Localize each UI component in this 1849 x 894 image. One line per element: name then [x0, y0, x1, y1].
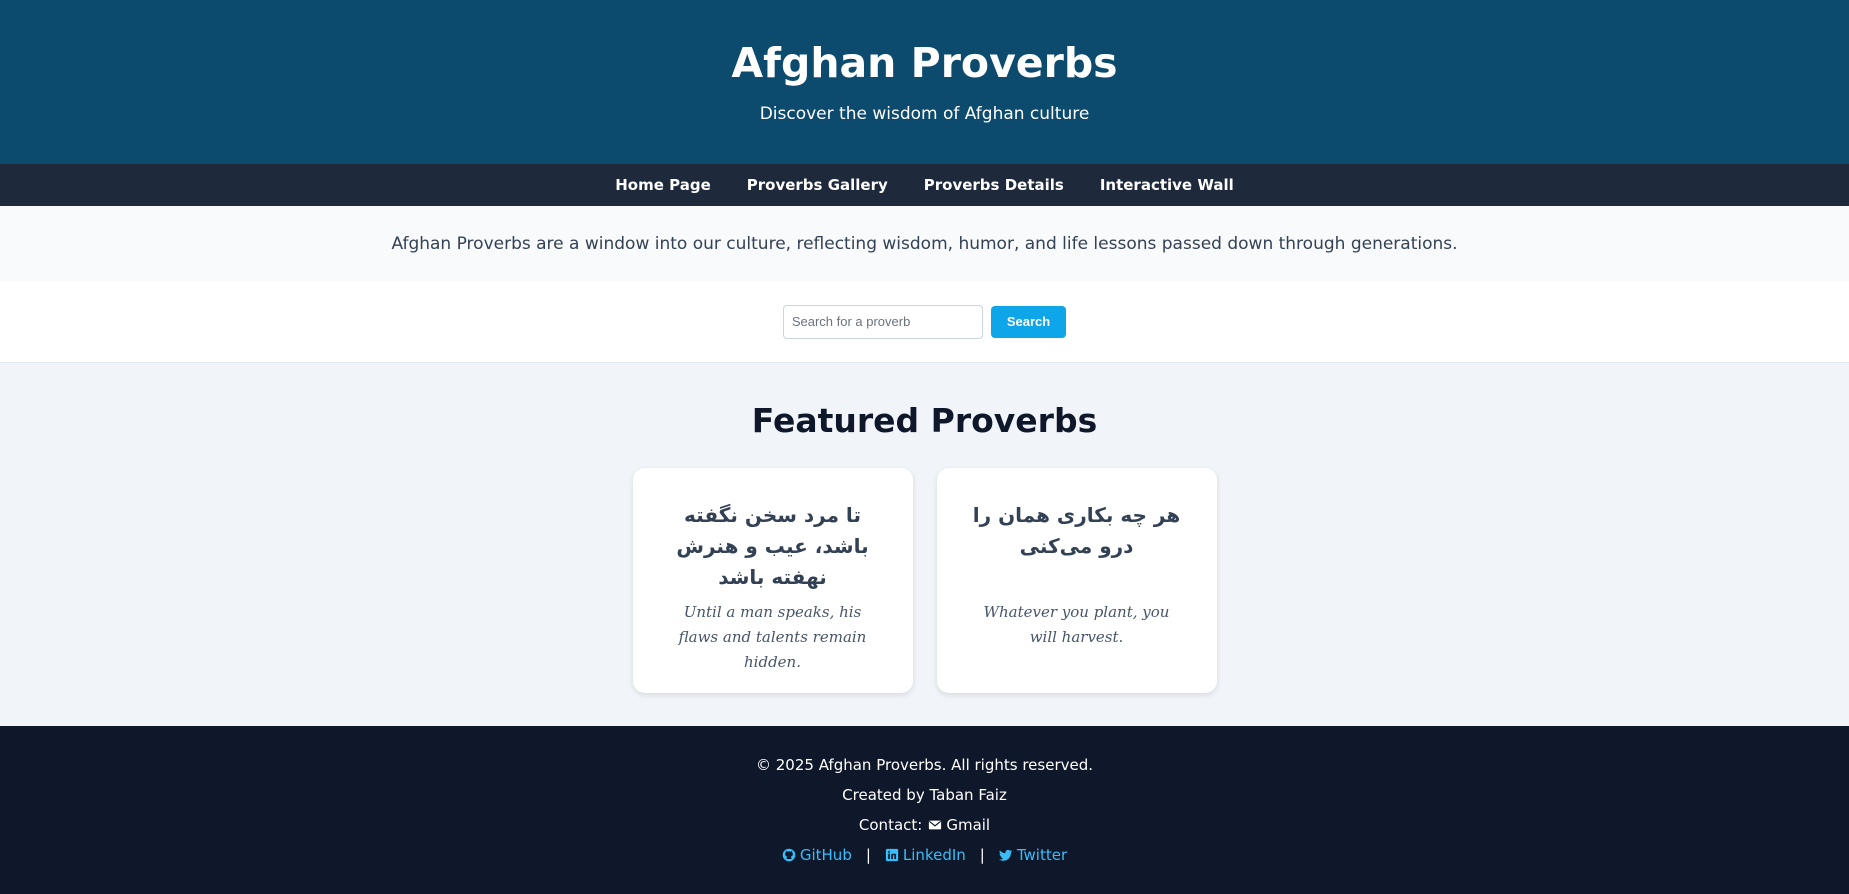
twitter-icon	[998, 848, 1013, 862]
github-link[interactable]: GitHub	[782, 840, 852, 870]
intro-text: Afghan Proverbs are a window into our cu…	[391, 233, 1458, 254]
footer-credit: Created by Taban Faiz	[842, 786, 1007, 804]
linkedin-icon	[885, 848, 899, 862]
search-section: Search	[0, 281, 1849, 363]
main-nav: Home Page Proverbs Gallery Proverbs Deta…	[0, 164, 1849, 206]
gmail-link[interactable]: Gmail	[928, 810, 990, 840]
proverb-english: Whatever you plant, you will harvest.	[983, 603, 1170, 646]
site-header: Afghan Proverbs Discover the wisdom of A…	[0, 0, 1849, 164]
twitter-link[interactable]: Twitter	[998, 840, 1068, 870]
linkedin-link[interactable]: LinkedIn	[885, 840, 966, 870]
proverb-persian: تا مرد سخن نگفته باشد، عیب و هنرش نهفته …	[676, 503, 869, 589]
github-icon	[782, 848, 796, 862]
intro-section: Afghan Proverbs are a window into our cu…	[0, 206, 1849, 281]
social-links: GitHub | LinkedIn | Twitter	[782, 840, 1067, 870]
proverb-card[interactable]: هر چه بکاری همان را درو می‌کنی Whatever …	[936, 468, 1217, 693]
site-title: Afghan Proverbs	[731, 38, 1118, 87]
nav-item-proverbs-details[interactable]: Proverbs Details	[924, 176, 1064, 194]
proverb-english: Until a man speaks, his flaws and talent…	[678, 603, 867, 671]
nav-item-home-page[interactable]: Home Page	[615, 176, 711, 194]
site-footer: © 2025 Afghan Proverbs. All rights reser…	[0, 726, 1849, 894]
twitter-link-label: Twitter	[1016, 846, 1068, 864]
search-button[interactable]: Search	[990, 305, 1067, 338]
featured-section: Featured Proverbs تا مرد سخن نگفته باشد،…	[0, 363, 1849, 726]
proverb-cards: تا مرد سخن نگفته باشد، عیب و هنرش نهفته …	[632, 468, 1217, 693]
link-separator: |	[979, 846, 985, 864]
contact-label: Contact:	[858, 816, 923, 834]
gmail-link-label: Gmail	[946, 816, 991, 834]
proverb-card[interactable]: تا مرد سخن نگفته باشد، عیب و هنرش نهفته …	[632, 468, 913, 693]
footer-copyright: © 2025 Afghan Proverbs. All rights reser…	[755, 756, 1094, 774]
linkedin-link-label: LinkedIn	[902, 846, 966, 864]
proverb-persian: هر چه بکاری همان را درو می‌کنی	[972, 503, 1181, 558]
nav-item-interactive-wall[interactable]: Interactive Wall	[1100, 176, 1234, 194]
envelope-icon	[928, 818, 942, 832]
link-separator: |	[865, 846, 871, 864]
footer-contact: Contact: Gmail	[859, 810, 990, 840]
featured-heading: Featured Proverbs	[751, 401, 1098, 440]
github-link-label: GitHub	[799, 846, 852, 864]
nav-item-proverbs-gallery[interactable]: Proverbs Gallery	[747, 176, 888, 194]
site-subtitle: Discover the wisdom of Afghan culture	[759, 103, 1090, 124]
search-input[interactable]	[782, 304, 983, 339]
